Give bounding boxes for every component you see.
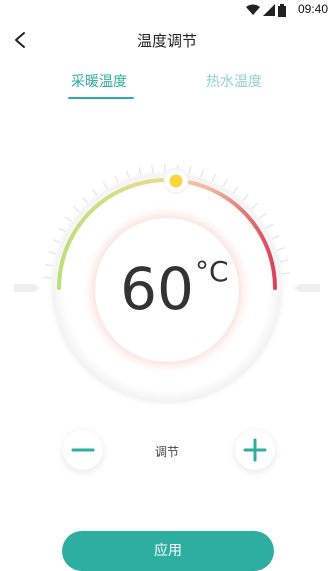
tab-heating-temperature[interactable]: 采暖温度 <box>71 71 127 91</box>
tab-hot-water-temperature[interactable]: 热水温度 <box>206 71 262 91</box>
temperature-unit: °C <box>195 255 229 288</box>
adjust-controls: 调节 <box>0 430 334 474</box>
header: 温度调节 <box>0 22 334 58</box>
wifi-icon <box>246 4 260 15</box>
increase-button[interactable] <box>235 430 275 470</box>
signal-icon <box>263 4 275 16</box>
status-time: 09:40 <box>297 2 328 16</box>
adjust-label: 调节 <box>154 445 179 459</box>
apply-button[interactable]: 应用 <box>62 531 274 571</box>
plus-icon <box>243 438 267 462</box>
temperature-value: 60 <box>120 255 194 323</box>
active-tab-indicator <box>68 97 134 99</box>
dial-knob <box>169 174 183 188</box>
status-bar: 09:40 <box>0 0 334 20</box>
temperature-dial[interactable]: 60 °C <box>0 130 334 430</box>
temperature-display: 60 °C <box>0 255 334 335</box>
battery-icon <box>278 3 286 17</box>
status-icons <box>246 3 286 17</box>
tab-bar: 采暖温度 热水温度 <box>0 66 334 106</box>
page-title: 温度调节 <box>136 32 197 50</box>
